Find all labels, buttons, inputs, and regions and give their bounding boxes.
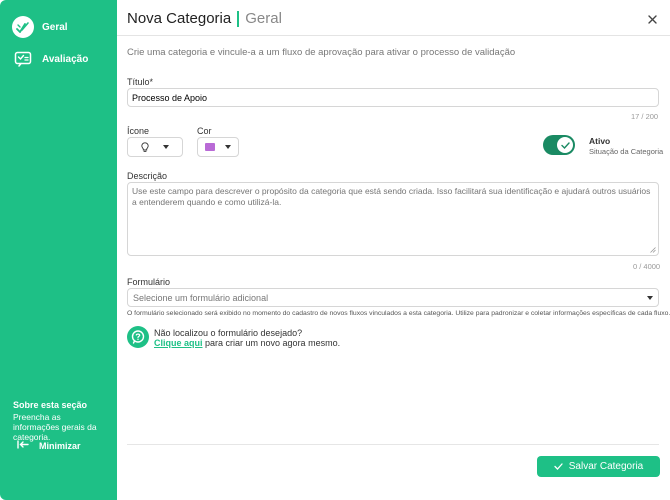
about-title: Sobre esta seção bbox=[13, 400, 88, 410]
ativo-label: Ativo bbox=[589, 136, 611, 146]
chevron-down-icon bbox=[163, 145, 169, 149]
sidebar: Geral Avaliação Sobre esta seção Preench… bbox=[0, 0, 117, 500]
descricao-counter: 0 / 4000 bbox=[633, 262, 661, 271]
minimize-label: Minimizar bbox=[39, 440, 81, 451]
save-label: Salvar Categoria bbox=[568, 461, 644, 472]
formulario-placeholder: Selecione um formulário adicional bbox=[133, 292, 269, 303]
close-icon bbox=[647, 14, 657, 24]
tip-rest: para criar um novo agora mesmo. bbox=[202, 338, 341, 348]
collapse-left-icon bbox=[17, 440, 29, 451]
sidebar-item-avaliacao[interactable]: Avaliação bbox=[12, 48, 88, 70]
icone-label: Ícone bbox=[127, 126, 150, 136]
color-swatch bbox=[205, 143, 215, 151]
ativo-toggle[interactable] bbox=[543, 135, 575, 155]
titulo-input[interactable] bbox=[127, 88, 659, 107]
close-button[interactable] bbox=[644, 11, 660, 27]
create-form-link[interactable]: Clique aqui bbox=[154, 338, 203, 348]
formulario-help: O formulário selecionado será exibido no… bbox=[127, 310, 670, 317]
descricao-textarea[interactable] bbox=[127, 182, 659, 256]
chevron-down-icon bbox=[225, 145, 231, 149]
tip-question: Não localizou o formulário desejado? bbox=[154, 328, 303, 338]
sidebar-item-geral[interactable]: Geral bbox=[12, 16, 68, 38]
chevron-down-icon bbox=[647, 295, 653, 300]
intro-text: Crie uma categoria e vincule-a a um flux… bbox=[127, 47, 516, 58]
help-bubble-icon bbox=[127, 326, 149, 348]
save-category-button[interactable]: Salvar Categoria bbox=[537, 456, 660, 477]
check-icon bbox=[560, 141, 570, 149]
formulario-label: Formulário bbox=[127, 277, 171, 287]
cor-select[interactable] bbox=[197, 137, 239, 157]
lightbulb-icon bbox=[141, 141, 149, 152]
about-text: Preencha as informações gerais da catego… bbox=[13, 412, 97, 442]
approval-check-icon bbox=[12, 16, 34, 38]
title-divider bbox=[237, 10, 240, 27]
modal-header: Nova Categoria Geral bbox=[117, 0, 670, 36]
title-subtitle: Geral bbox=[245, 10, 282, 27]
check-icon bbox=[554, 463, 563, 470]
cor-label: Cor bbox=[197, 126, 212, 136]
titulo-label: Título* bbox=[127, 77, 154, 87]
formulario-select[interactable]: Selecione um formulário adicional bbox=[127, 288, 659, 307]
page-title: Nova Categoria Geral bbox=[127, 10, 282, 27]
ativo-sublabel: Situação da Categoria bbox=[589, 147, 664, 156]
icone-select[interactable] bbox=[127, 137, 183, 157]
toggle-knob bbox=[557, 137, 573, 153]
resize-handle-icon[interactable] bbox=[650, 247, 656, 253]
descricao-label: Descrição bbox=[127, 171, 168, 181]
sidebar-item-label: Avaliação bbox=[42, 53, 89, 65]
minimize-button[interactable]: Minimizar bbox=[17, 440, 81, 451]
title-text: Nova Categoria bbox=[127, 10, 232, 27]
review-card-icon bbox=[12, 48, 34, 70]
sidebar-item-label: Geral bbox=[42, 21, 68, 33]
modal-body: Crie uma categoria e vincule-a a um flux… bbox=[117, 36, 670, 500]
tip-line: Clique aqui para criar um novo agora mes… bbox=[154, 338, 340, 348]
footer-divider bbox=[127, 444, 659, 445]
section-about: Sobre esta seção Preencha as informações… bbox=[13, 400, 109, 442]
titulo-counter: 17 / 200 bbox=[631, 112, 659, 121]
modal-window: Geral Avaliação Sobre esta seção Preench… bbox=[0, 0, 670, 500]
